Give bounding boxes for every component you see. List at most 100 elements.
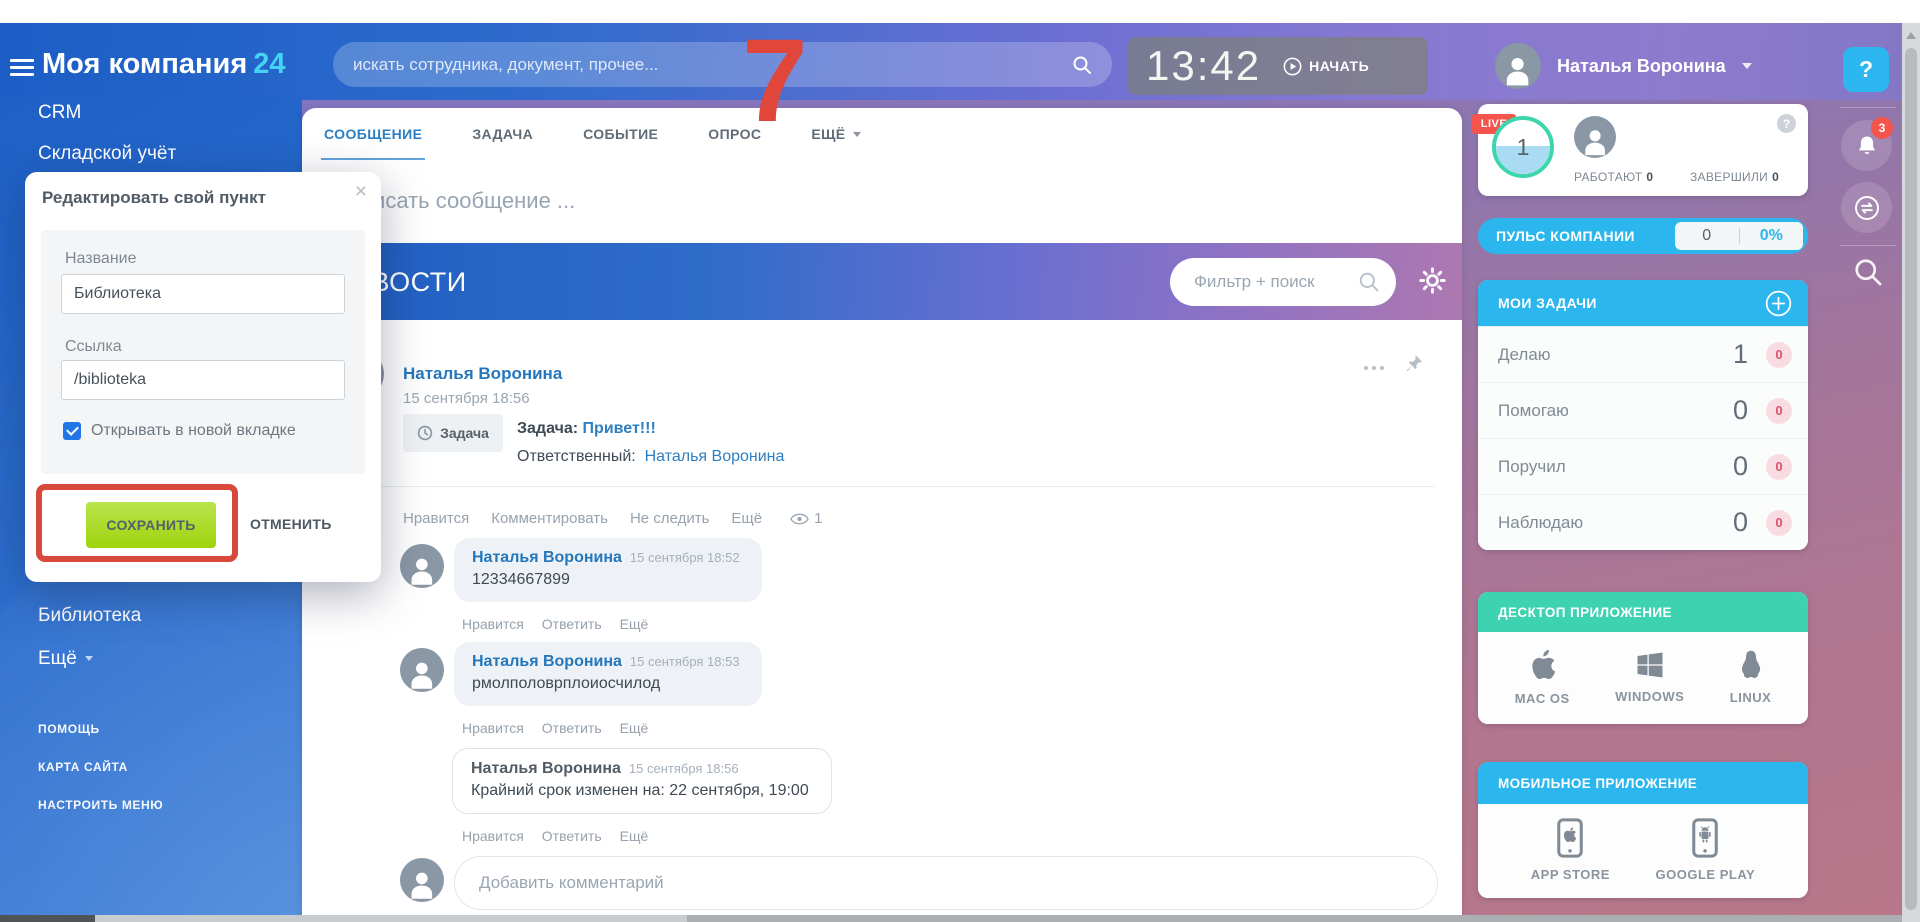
reply-link[interactable]: Ответить [542, 828, 602, 844]
sidebar-item-more[interactable]: Ещё [38, 648, 93, 670]
comment-link[interactable]: Комментировать [491, 510, 608, 527]
avatar[interactable] [400, 544, 444, 588]
task-badge: 0 [1766, 342, 1792, 368]
more-link[interactable]: Ещё [620, 616, 649, 632]
scrollbar-thumb[interactable] [0, 915, 95, 922]
horizontal-scrollbar[interactable] [0, 915, 1902, 922]
pulse-value: 0 [1675, 227, 1739, 245]
avatar[interactable] [400, 648, 444, 692]
sidebar-item-library[interactable]: Библиотека [38, 605, 141, 627]
sidebar-help-link[interactable]: ПОМОЩЬ [38, 722, 100, 736]
dialog-form: Название Библиотека Ссылка /biblioteka О… [41, 230, 365, 474]
logo-text: Моя компания [42, 48, 247, 80]
more-options-icon[interactable] [1364, 366, 1384, 370]
user-menu[interactable]: Наталья Воронина [1495, 43, 1752, 89]
macos-download[interactable]: MAC OS [1515, 648, 1570, 706]
windows-download[interactable]: WINDOWS [1615, 650, 1684, 704]
checkbox-checked-icon[interactable] [63, 422, 81, 440]
responsible-link[interactable]: Наталья Воронина [645, 448, 785, 465]
gear-icon[interactable] [1419, 267, 1446, 299]
tab-message[interactable]: СООБЩЕНИЕ [324, 108, 422, 160]
work-timer[interactable]: 13:42 НАЧАТЬ [1128, 37, 1428, 95]
menu-toggle-icon[interactable] [10, 59, 34, 80]
googleplay-download[interactable]: GOOGLE PLAY [1656, 818, 1756, 882]
close-icon[interactable]: × [355, 180, 367, 204]
gauge-value: 1 [1496, 120, 1550, 174]
timer-start-button[interactable]: НАЧАТЬ [1283, 57, 1369, 76]
search-placeholder: искать сотрудника, документ, прочее... [353, 55, 1072, 75]
comment-date: 15 сентября 18:53 [630, 654, 740, 669]
task-title-link[interactable]: Привет!!! [583, 420, 656, 437]
tab-task[interactable]: ЗАДАЧА [472, 108, 533, 160]
open-in-new-tab-option[interactable]: Открывать в новой вкладке [63, 422, 296, 440]
chevron-down-icon [1742, 63, 1752, 69]
reply-link[interactable]: Ответить [542, 616, 602, 632]
person-icon [406, 864, 438, 902]
comment-bubble: Наталья Воронина 15 сентября 18:53 рмолпо… [454, 642, 762, 706]
comment-text: рмолполоврплоиосчилод [472, 675, 740, 693]
reply-link[interactable]: Ответить [542, 720, 602, 736]
android-phone-icon [1690, 818, 1720, 858]
app-label: GOOGLE PLAY [1656, 867, 1756, 882]
person-icon [406, 654, 438, 692]
app-label: LINUX [1730, 690, 1772, 705]
like-link[interactable]: Нравится [462, 720, 524, 736]
link-field[interactable]: /biblioteka [61, 360, 345, 400]
comment-actions: Нравится Ответить Ещё [462, 828, 648, 844]
notifications-count-badge: 3 [1871, 117, 1893, 139]
like-link[interactable]: Нравится [403, 510, 469, 527]
tab-more[interactable]: ЕЩЁ [811, 108, 860, 160]
linux-download[interactable]: LINUX [1730, 649, 1772, 705]
help-icon[interactable]: ? [1777, 114, 1796, 133]
task-row-doing[interactable]: Делаю10 [1478, 326, 1808, 382]
post-author-link[interactable]: Наталья Воронина [403, 364, 562, 384]
messenger-button[interactable] [1841, 182, 1892, 233]
appstore-download[interactable]: APP STORE [1531, 818, 1610, 882]
feed-main-card: СООБЩЕНИЕ ЗАДАЧА СОБЫТИЕ ОПРОС ЕЩЁ Напис… [302, 108, 1462, 915]
desktop-app-header: ДЕСКТОП ПРИЛОЖЕНИЕ [1478, 592, 1808, 632]
comment-author-link[interactable]: Наталья Воронина [472, 549, 622, 566]
like-link[interactable]: Нравится [462, 616, 524, 632]
company-logo[interactable]: Моя компания24 [42, 48, 286, 81]
scroll-up-arrow-icon[interactable] [1906, 32, 1916, 39]
working-stat: РАБОТАЮТ0 [1574, 170, 1653, 184]
like-link[interactable]: Нравится [462, 828, 524, 844]
more-link[interactable]: Ещё [620, 720, 649, 736]
dialog-title: Редактировать свой пункт [42, 188, 266, 208]
help-button[interactable]: ? [1843, 47, 1889, 92]
sidebar-configure-menu-link[interactable]: НАСТРОИТЬ МЕНЮ [38, 798, 163, 812]
tab-event[interactable]: СОБЫТИЕ [583, 108, 658, 160]
more-link[interactable]: Ещё [731, 510, 762, 527]
task-row-helping[interactable]: Помогаю00 [1478, 382, 1808, 438]
divider [1840, 107, 1896, 108]
global-search-input[interactable]: искать сотрудника, документ, прочее... [333, 42, 1112, 87]
avatar [400, 858, 444, 902]
pulse-percent: 0% [1740, 227, 1804, 245]
comment-date: 15 сентября 18:56 [629, 761, 739, 776]
add-task-icon[interactable] [1765, 290, 1792, 317]
avatar[interactable] [1574, 116, 1616, 158]
comment-author-link[interactable]: Наталья Воронина [472, 653, 622, 670]
scrollbar-thumb[interactable] [1905, 48, 1917, 910]
post-responsible: Ответственный: Наталья Воронина [517, 448, 784, 466]
unfollow-link[interactable]: Не следить [630, 510, 709, 527]
name-field[interactable]: Библиотека [61, 274, 345, 314]
mobile-app-header: МОБИЛЬНОЕ ПРИЛОЖЕНИЕ [1478, 762, 1808, 804]
sidebar-item-crm[interactable]: CRM [38, 102, 81, 124]
more-link[interactable]: Ещё [620, 828, 649, 844]
sidebar-item-warehouse[interactable]: Складской учёт [38, 143, 176, 165]
time-tracking-gauge[interactable]: 1 [1492, 116, 1554, 178]
filter-search-input[interactable]: Фильтр + поиск [1170, 258, 1396, 306]
comment-author: Наталья Воронина [471, 760, 621, 777]
sidebar-sitemap-link[interactable]: КАРТА САЙТА [38, 760, 128, 774]
top-white-strip [0, 0, 1920, 23]
cancel-button[interactable]: ОТМЕНИТЬ [250, 516, 332, 532]
add-comment-input[interactable]: Добавить комментарий [454, 856, 1438, 910]
search-icon[interactable] [1853, 257, 1883, 292]
company-pulse-widget[interactable]: ПУЛЬС КОМПАНИИ 0 0% [1478, 218, 1808, 254]
task-row-watching[interactable]: Наблюдаю00 [1478, 494, 1808, 550]
task-row-assigned[interactable]: Поручил00 [1478, 438, 1808, 494]
linux-icon [1737, 649, 1765, 681]
pin-icon[interactable] [1404, 354, 1423, 378]
vertical-scrollbar[interactable] [1902, 23, 1920, 922]
